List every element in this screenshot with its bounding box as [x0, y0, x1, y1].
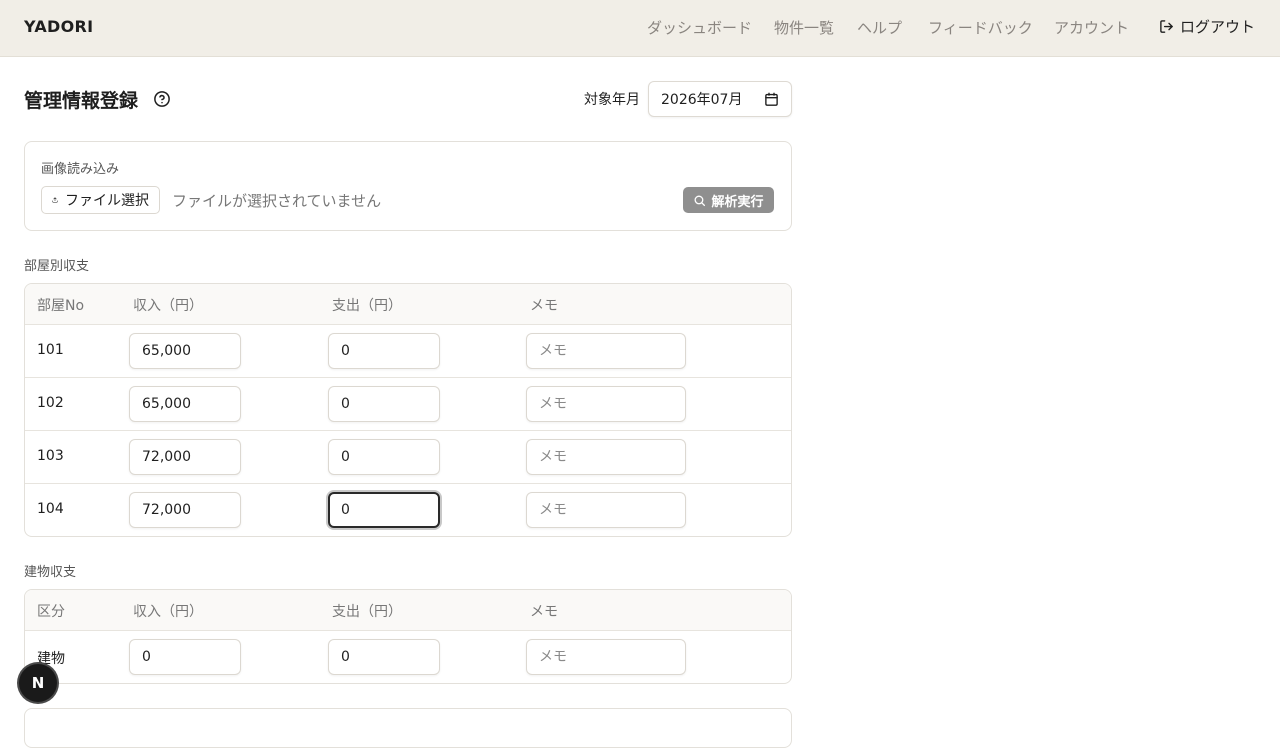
rooms-section-label: 部屋別収支: [24, 259, 90, 274]
page-title: 管理情報登録: [24, 90, 139, 112]
room-number: 103: [37, 448, 64, 464]
col-memo: メモ: [530, 298, 558, 314]
expense-input[interactable]: 0: [328, 639, 440, 675]
file-select-label: ファイル選択: [65, 193, 149, 209]
col-income: 収入（円）: [133, 298, 203, 314]
expense-input[interactable]: 0: [328, 439, 440, 475]
image-upload-card: 画像読み込み ファイル選択 ファイルが選択されていません 解析実行: [24, 141, 792, 231]
month-label: 対象年月: [584, 92, 640, 108]
upload-icon: [52, 197, 58, 203]
table-row: 102 65,000 0 メモ: [25, 378, 791, 431]
room-number: 101: [37, 342, 64, 358]
help-circle-icon[interactable]: [153, 90, 171, 108]
memo-input[interactable]: メモ: [526, 386, 686, 422]
top-header: YADORI ダッシュボード 物件一覧 ヘルプ フィードバック アカウント ログ…: [0, 0, 1280, 57]
col-expense: 支出（円）: [332, 604, 402, 620]
nav-dashboard[interactable]: ダッシュボード: [647, 17, 752, 38]
logout-icon: [1160, 20, 1173, 33]
memo-input[interactable]: メモ: [526, 439, 686, 475]
memo-input[interactable]: メモ: [526, 492, 686, 528]
rooms-table: 部屋No 収入（円） 支出（円） メモ 101 65,000 0 メモ 102 …: [24, 283, 792, 537]
table-row: 101 65,000 0 メモ: [25, 325, 791, 378]
income-input[interactable]: 65,000: [129, 333, 241, 369]
table-row: 103 72,000 0 メモ: [25, 431, 791, 484]
analyze-button[interactable]: 解析実行: [683, 187, 774, 213]
month-value: 2026年07月: [661, 92, 743, 108]
room-number: 104: [37, 501, 64, 517]
room-number: 102: [37, 395, 64, 411]
calendar-icon[interactable]: [764, 92, 779, 107]
upload-section-label: 画像読み込み: [41, 162, 120, 177]
search-icon: [695, 195, 706, 206]
building-section-label: 建物収支: [24, 565, 77, 580]
file-status-text: ファイルが選択されていません: [172, 192, 382, 210]
memo-input[interactable]: メモ: [526, 639, 686, 675]
nav-account[interactable]: アカウント: [1054, 17, 1129, 38]
expense-input[interactable]: 0: [328, 492, 440, 528]
income-input[interactable]: 72,000: [129, 439, 241, 475]
col-category: 区分: [37, 604, 65, 620]
income-input[interactable]: 65,000: [129, 386, 241, 422]
expense-input[interactable]: 0: [328, 333, 440, 369]
memo-input[interactable]: メモ: [526, 333, 686, 369]
month-picker-input[interactable]: 2026年07月: [648, 81, 792, 117]
table-row: 建物 0 0 メモ: [25, 631, 791, 683]
building-table-header: 区分 収入（円） 支出（円） メモ: [25, 590, 791, 631]
income-input[interactable]: 0: [129, 639, 241, 675]
file-select-button[interactable]: ファイル選択: [41, 186, 160, 214]
col-room-no: 部屋No: [37, 298, 85, 314]
col-memo: メモ: [530, 604, 558, 620]
table-row: 104 72,000 0 メモ: [25, 484, 791, 536]
expense-input[interactable]: 0: [328, 386, 440, 422]
rooms-table-header: 部屋No 収入（円） 支出（円） メモ: [25, 284, 791, 325]
nav-feedback[interactable]: フィードバック: [928, 17, 1033, 38]
analyze-label: 解析実行: [711, 194, 764, 210]
dev-tools-badge[interactable]: N: [19, 664, 57, 702]
nav-help[interactable]: ヘルプ: [857, 17, 902, 38]
col-income: 収入（円）: [133, 604, 203, 620]
logout-button[interactable]: ログアウト: [1159, 16, 1255, 37]
building-table: 区分 収入（円） 支出（円） メモ 建物 0 0 メモ: [24, 589, 792, 684]
brand-logo[interactable]: YADORI: [24, 17, 93, 36]
logout-label: ログアウト: [1180, 18, 1256, 36]
nav-properties[interactable]: 物件一覧: [774, 17, 834, 38]
col-expense: 支出（円）: [332, 298, 402, 314]
next-section-card: [24, 708, 792, 748]
income-input[interactable]: 72,000: [129, 492, 241, 528]
